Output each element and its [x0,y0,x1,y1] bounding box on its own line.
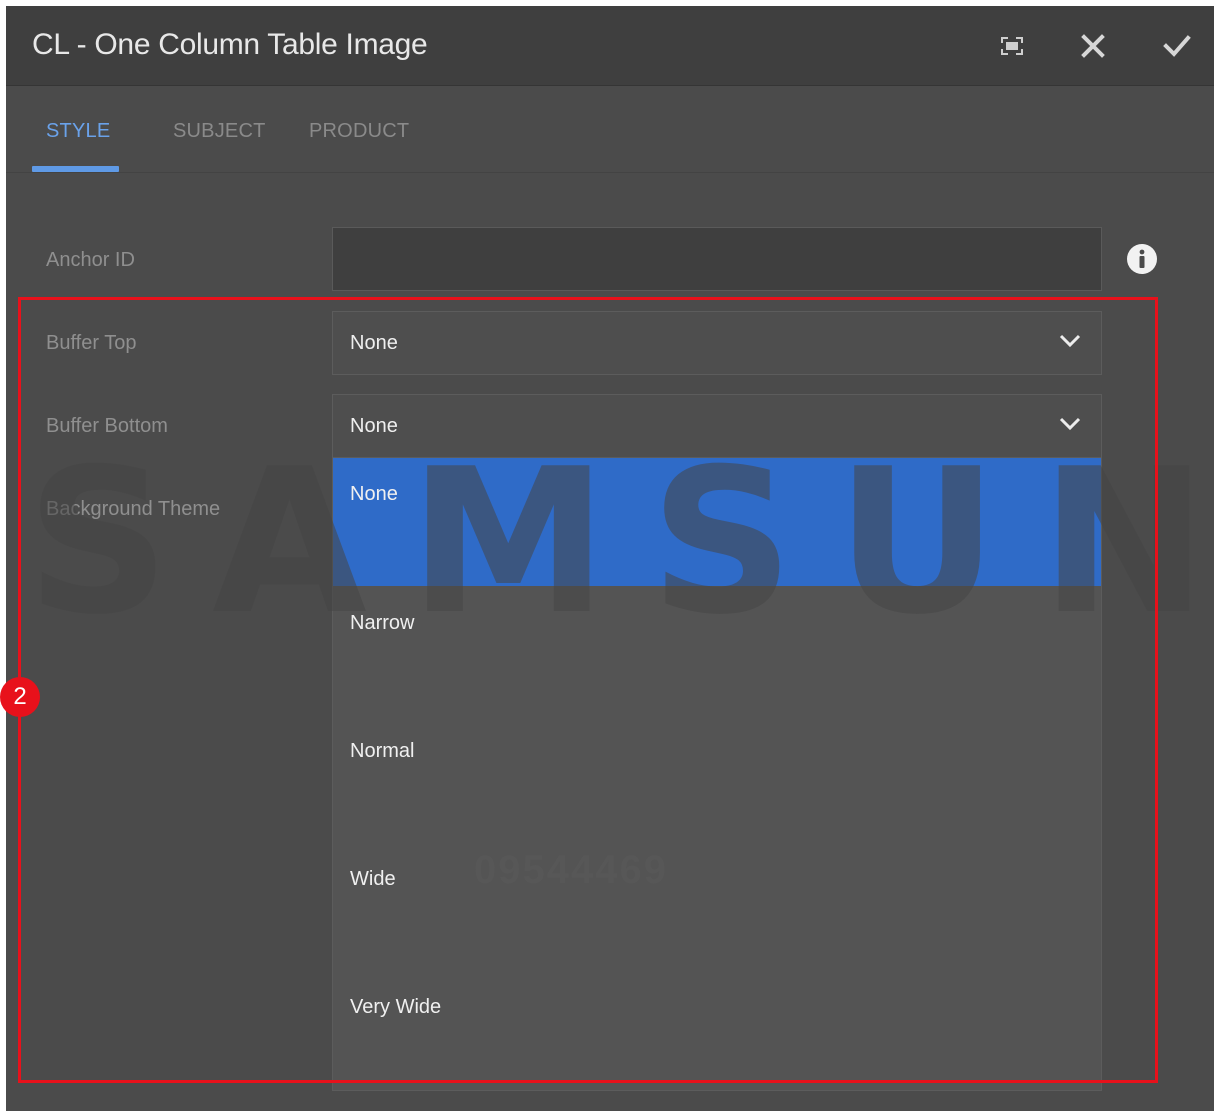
option-label: Wide [350,868,396,890]
dropdown-option-normal[interactable]: Normal [333,714,1101,842]
option-label: None [350,483,398,505]
buffer-top-label: Buffer Top [46,332,137,354]
buffer-bottom-label: Buffer Bottom [46,415,168,437]
option-label: Very Wide [350,996,442,1018]
anchor-id-input[interactable] [332,227,1102,291]
info-icon[interactable] [1126,243,1158,275]
dropdown-option-very-wide[interactable]: Very Wide [333,970,1101,1098]
active-tab-indicator [32,166,119,172]
buffer-bottom-select[interactable]: None [332,394,1102,458]
buffer-bottom-value: None [350,415,398,437]
tab-style[interactable]: STYLE [46,120,110,143]
dialog: CL - One Column Table Image STYLE SUBJEC… [6,6,1214,1111]
tab-bar: STYLE SUBJECT PRODUCT [6,86,1214,173]
dropdown-option-wide[interactable]: Wide [333,842,1101,970]
dropdown-option-none[interactable]: None [333,458,1101,586]
buffer-top-value: None [350,332,398,354]
dialog-title: CL - One Column Table Image [32,28,428,61]
option-label: Normal [350,740,415,762]
tab-subject[interactable]: SUBJECT [173,120,266,143]
chevron-down-icon [1059,417,1081,431]
dialog-titlebar: CL - One Column Table Image [6,6,1214,86]
dropdown-option-narrow[interactable]: Narrow [333,586,1101,714]
anchor-id-label: Anchor ID [46,249,135,271]
option-label: Narrow [350,612,415,634]
buffer-top-select[interactable]: None [332,311,1102,375]
background-theme-label: Background Theme [46,498,221,520]
step-number-badge: 2 [0,677,40,717]
chevron-down-icon [1059,334,1081,348]
buffer-bottom-dropdown-list: None Narrow Normal Wide Very Wide [332,458,1102,1091]
tab-product[interactable]: PRODUCT [309,120,409,143]
checkmark-icon[interactable] [1159,28,1195,64]
fullscreen-icon[interactable] [994,28,1030,64]
close-icon[interactable] [1075,28,1111,64]
